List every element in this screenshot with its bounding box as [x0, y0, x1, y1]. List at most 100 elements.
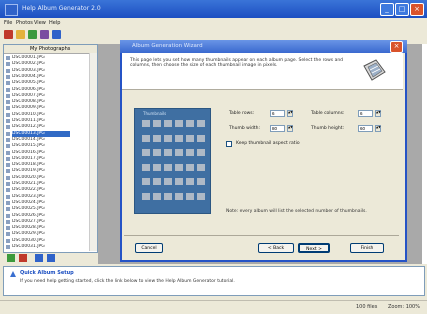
- file-icon: [6, 245, 10, 249]
- preview-strip: [422, 44, 427, 264]
- file-list-item[interactable]: DSC00014.JPG: [12, 137, 70, 143]
- file-icon: [6, 93, 10, 98]
- wizard-note: Note: every album will list the selected…: [226, 209, 367, 214]
- back-button[interactable]: < Back: [258, 243, 294, 253]
- wizard-separator: [124, 235, 399, 236]
- width-spinner[interactable]: ▲▼: [287, 125, 293, 132]
- thumbnail-cell: [186, 149, 194, 156]
- file-icon: [6, 194, 10, 199]
- file-icon: [6, 188, 10, 193]
- menu-help[interactable]: Help: [49, 20, 60, 26]
- file-list-item[interactable]: DSC00030.JPG: [12, 238, 70, 244]
- file-list-item[interactable]: DSC00004.JPG: [12, 74, 70, 80]
- height-input[interactable]: [358, 125, 373, 132]
- file-list-item[interactable]: DSC00017.JPG: [12, 156, 70, 162]
- file-list-item[interactable]: DSC00018.JPG: [12, 162, 70, 168]
- file-icon: [6, 56, 10, 60]
- thumbnail-cell: [142, 178, 150, 185]
- file-icon: [6, 163, 10, 168]
- file-list-item[interactable]: DSC00009.JPG: [12, 105, 70, 111]
- file-list-item[interactable]: DSC00008.JPG: [12, 99, 70, 105]
- finish-button[interactable]: Finish: [350, 243, 384, 253]
- thumbnail-cell: [142, 192, 150, 200]
- file-list-item[interactable]: DSC00012.JPG: [12, 124, 70, 130]
- file-list-item[interactable]: DSC00003.JPG: [12, 68, 70, 74]
- status-files: 100 files: [356, 304, 378, 310]
- height-spinner[interactable]: ▲▼: [375, 125, 381, 132]
- thumbnail-cell: [197, 120, 205, 127]
- status-zoom: Zoom: 100%: [388, 304, 420, 310]
- wizard-title: Album Generation Wizard: [132, 43, 203, 49]
- file-icon: [6, 238, 10, 243]
- maximize-button[interactable]: □: [395, 3, 409, 16]
- file-list-item[interactable]: DSC00002.JPG: [12, 61, 70, 67]
- file-icon: [6, 232, 10, 237]
- columns-spinner[interactable]: ▲▼: [375, 110, 381, 117]
- rows-input[interactable]: [270, 110, 285, 117]
- thumbnail-cell: [197, 163, 205, 171]
- file-list-item[interactable]: DSC00005.JPG: [12, 80, 70, 86]
- remove-icon[interactable]: [19, 254, 27, 262]
- file-list-item[interactable]: DSC00027.JPG: [12, 219, 70, 225]
- export-icon[interactable]: [52, 30, 61, 39]
- wizard-intro-text: This page lets you set how many thumbnai…: [130, 58, 344, 68]
- add-photos-icon[interactable]: [28, 30, 37, 39]
- thumbnail-grid-preview: Thumbnails: [134, 108, 211, 214]
- thumbnail-cell: [197, 149, 205, 156]
- keep-aspect-label: Keep thumbnail aspect ratio: [236, 141, 300, 146]
- file-icon: [6, 219, 10, 224]
- next-button[interactable]: Next >: [298, 243, 330, 253]
- file-list-item[interactable]: DSC00010.JPG: [12, 112, 70, 118]
- thumbnail-cell: [175, 149, 183, 156]
- menu-photos[interactable]: Photos: [16, 20, 33, 26]
- file-list-item[interactable]: DSC00029.JPG: [12, 231, 70, 237]
- wizard-header: This page lets you set how many thumbnai…: [122, 53, 403, 90]
- thumbnail-cell: [164, 149, 172, 156]
- close-button[interactable]: ×: [410, 3, 424, 16]
- file-icon: [6, 150, 10, 155]
- file-list-header: My Photographs: [4, 45, 97, 54]
- file-list-item[interactable]: DSC00016.JPG: [12, 150, 70, 156]
- wizard-close-button[interactable]: ×: [390, 41, 403, 53]
- file-icon: [6, 74, 10, 79]
- file-list-item[interactable]: DSC00007.JPG: [12, 93, 70, 99]
- thumbnail-cell: [153, 120, 161, 127]
- file-list-item[interactable]: DSC00006.JPG: [12, 87, 70, 93]
- file-list-item[interactable]: DSC00031.JPG: [12, 244, 70, 250]
- add-folder-icon[interactable]: [7, 254, 15, 262]
- file-list-item[interactable]: DSC00001.JPG: [12, 55, 70, 61]
- width-input[interactable]: [270, 125, 285, 132]
- keep-aspect-checkbox[interactable]: [226, 141, 232, 147]
- menu-view[interactable]: View: [34, 20, 46, 26]
- file-list-item[interactable]: DSC00025.JPG: [12, 206, 70, 212]
- file-list-item[interactable]: DSC00019.JPG: [12, 168, 70, 174]
- file-list-item[interactable]: DSC00021.JPG: [12, 181, 70, 187]
- file-list-item[interactable]: DSC00024.JPG: [12, 200, 70, 206]
- info-title: Quick Album Setup: [20, 270, 74, 276]
- file-list-item[interactable]: DSC00028.JPG: [12, 225, 70, 231]
- move-up-icon[interactable]: [35, 254, 43, 262]
- save-icon[interactable]: [40, 30, 49, 39]
- file-list-item[interactable]: DSC00026.JPG: [12, 213, 70, 219]
- file-icon: [6, 81, 10, 86]
- open-icon[interactable]: [16, 30, 25, 39]
- file-icon: [6, 156, 10, 161]
- file-list-item[interactable]: DSC00015.JPG: [12, 143, 70, 149]
- file-list-item[interactable]: DSC00022.JPG: [12, 187, 70, 193]
- file-list-item[interactable]: DSC00023.JPG: [12, 194, 70, 200]
- file-icon: [6, 68, 10, 73]
- cancel-button[interactable]: Cancel: [135, 243, 163, 253]
- thumbnail-cell: [164, 120, 172, 127]
- file-list-item[interactable]: DSC00020.JPG: [12, 175, 70, 181]
- file-list-scrollbar[interactable]: [89, 53, 97, 251]
- move-down-icon[interactable]: [47, 254, 55, 262]
- new-album-icon[interactable]: [4, 30, 13, 39]
- minimize-button[interactable]: _: [380, 3, 394, 16]
- file-list-item[interactable]: DSC00011.JPG: [12, 118, 70, 124]
- rows-spinner[interactable]: ▲▼: [287, 110, 293, 117]
- menu-file[interactable]: File: [4, 20, 12, 26]
- columns-input[interactable]: [358, 110, 373, 117]
- file-list-item[interactable]: DSC00013.JPG: [12, 130, 70, 137]
- columns-label: Table columns:: [311, 111, 345, 116]
- file-icon: [6, 144, 10, 149]
